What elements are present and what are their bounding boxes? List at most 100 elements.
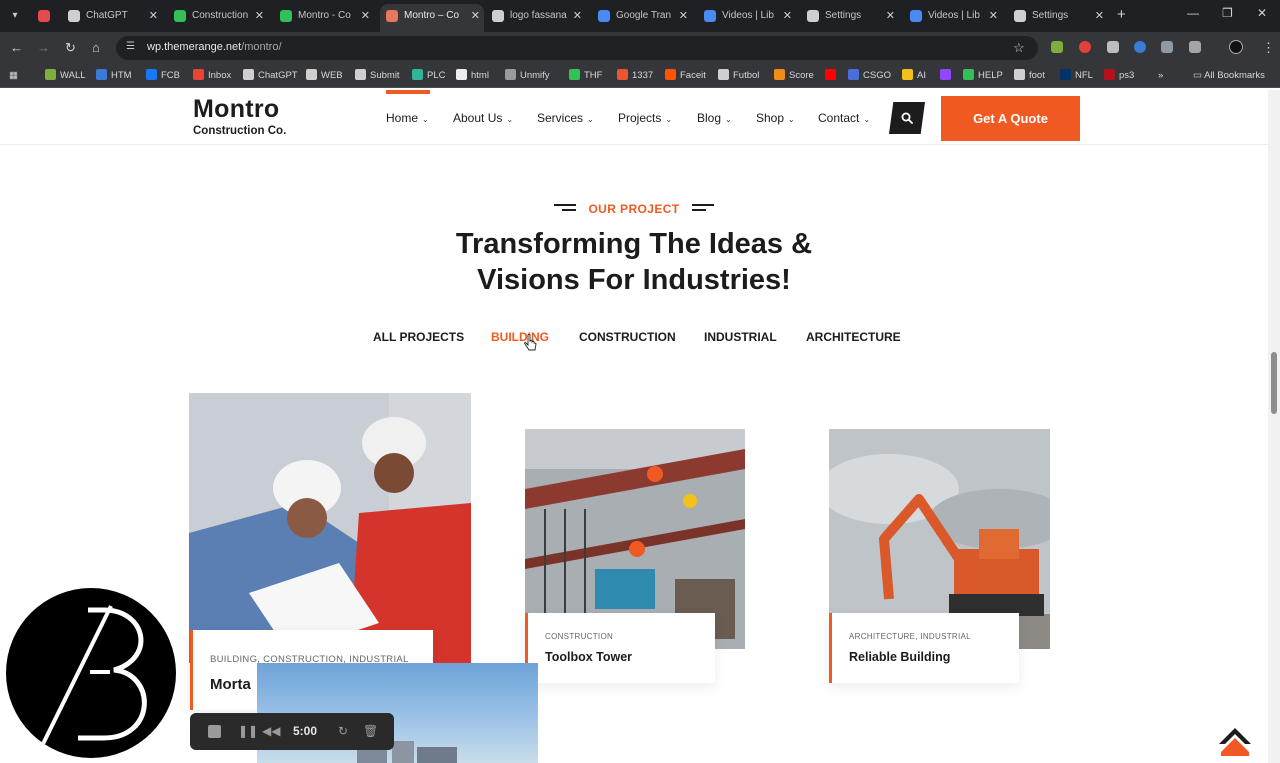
bookmark-item[interactable]: HELP [963, 69, 1003, 82]
bookmark-item[interactable]: WALL [45, 69, 86, 82]
tab-search-icon[interactable]: ▾ [6, 7, 24, 25]
site-info-icon[interactable]: ☰ [126, 41, 138, 53]
search-icon [901, 112, 913, 124]
rewind-icon[interactable]: ◀◀ [262, 724, 280, 738]
project-title[interactable]: Toolbox Tower [545, 650, 632, 664]
browser-menu-icon[interactable]: ⋮ [1262, 40, 1275, 56]
page-scrollbar[interactable] [1268, 90, 1280, 763]
bookmark-item[interactable] [940, 69, 955, 82]
scrollbar-thumb[interactable] [1271, 352, 1277, 414]
browser-tab[interactable]: Construction ✕ [168, 4, 268, 28]
bookmark-star-icon[interactable]: ☆ [1013, 40, 1025, 56]
browser-tab[interactable]: Settings ✕ [1008, 4, 1108, 28]
browser-tab[interactable]: logo fassana ✕ [486, 4, 586, 28]
tab-close-icon[interactable]: ✕ [886, 4, 895, 28]
search-button[interactable] [889, 102, 925, 134]
get-a-quote-button[interactable]: Get A Quote [941, 96, 1080, 141]
bookmark-item[interactable]: Faceit [665, 69, 706, 82]
browser-tab[interactable]: Videos | Lib ✕ [698, 4, 796, 28]
tab-close-icon[interactable]: ✕ [783, 4, 792, 28]
forward-icon[interactable]: → [37, 40, 50, 56]
extension-icon[interactable] [1079, 41, 1091, 53]
extension-icon[interactable] [1051, 41, 1063, 53]
filter-architecture[interactable]: ARCHITECTURE [806, 330, 901, 344]
address-bar[interactable]: ☰ wp.themerange.net/montro/ [116, 36, 1038, 60]
bookmark-item[interactable]: THF [569, 69, 602, 82]
project-title[interactable]: Reliable Building [849, 650, 950, 664]
download-icon[interactable] [1107, 41, 1119, 53]
browser-tab[interactable]: ChatGPT ✕ [62, 4, 162, 28]
back-to-top-icon[interactable] [1219, 728, 1251, 756]
bookmark-label: foot [1029, 70, 1045, 81]
bookmark-item[interactable]: ps3 [1104, 69, 1134, 82]
restart-icon[interactable]: ↻ [338, 724, 348, 738]
nav-services[interactable]: Services ⌄ [537, 111, 594, 125]
more-bookmarks-icon[interactable]: » [1158, 69, 1163, 82]
bookmark-item[interactable]: FCB [146, 69, 180, 82]
bookmark-item[interactable]: ChatGPT [243, 69, 298, 82]
browser-tab[interactable]: Settings ✕ [801, 4, 899, 28]
project-image-workers[interactable] [189, 393, 471, 663]
site-logo[interactable]: Montro [193, 95, 280, 124]
bookmark-label: Unmify [520, 70, 550, 81]
tab-close-icon[interactable]: ✕ [989, 4, 998, 28]
filter-building[interactable]: BUILDING [491, 330, 549, 344]
filter-construction[interactable]: CONSTRUCTION [579, 330, 676, 344]
project-category: CONSTRUCTION [545, 632, 614, 641]
filter-industrial[interactable]: INDUSTRIAL [704, 330, 777, 344]
all-bookmarks-folder[interactable]: ▭ All Bookmarks [1193, 69, 1265, 82]
tab-close-icon[interactable]: ✕ [1095, 4, 1104, 28]
nav-shop[interactable]: Shop ⌄ [756, 111, 795, 125]
bookmark-item[interactable]: HTM [96, 69, 132, 82]
nav-blog[interactable]: Blog ⌄ [697, 111, 732, 125]
bookmark-item[interactable]: WEB [306, 69, 343, 82]
browser-tab[interactable]: Google Tran ✕ [592, 4, 692, 28]
project-title[interactable]: Morta [210, 676, 251, 693]
bookmark-item[interactable]: AI [902, 69, 926, 82]
tab-close-icon[interactable]: ✕ [149, 4, 158, 28]
extensions-puzzle-icon[interactable] [1189, 41, 1201, 53]
stop-recording-button[interactable] [208, 725, 221, 738]
extension-icon[interactable] [1161, 41, 1173, 53]
restore-icon[interactable]: ❐ [1222, 6, 1233, 20]
bookmark-item[interactable]: PLC [412, 69, 445, 82]
bookmark-item[interactable]: Futbol [718, 69, 759, 82]
bookmark-item[interactable]: foot [1014, 69, 1045, 82]
nav-about-us[interactable]: About Us ⌄ [453, 111, 513, 125]
tab-close-icon[interactable]: ✕ [471, 4, 480, 28]
nav-contact[interactable]: Contact ⌄ [818, 111, 870, 125]
tab-title: Google Tran [616, 10, 672, 21]
bookmark-item[interactable]: Unmify [505, 69, 550, 82]
bookmark-item[interactable]: Submit [355, 69, 400, 82]
minimize-icon[interactable]: — [1187, 6, 1199, 20]
filter-all-projects[interactable]: ALL PROJECTS [373, 330, 464, 344]
tab-close-icon[interactable]: ✕ [255, 4, 264, 28]
reload-icon[interactable]: ↻ [65, 40, 76, 56]
bookmark-item[interactable]: html [456, 69, 489, 82]
new-tab-button[interactable]: + [1117, 6, 1126, 23]
home-icon[interactable]: ⌂ [92, 40, 100, 56]
bookmark-item[interactable] [825, 69, 840, 82]
bookmark-item[interactable]: Score [774, 69, 814, 82]
tab-close-icon[interactable]: ✕ [679, 4, 688, 28]
workers-photo-illustration [189, 393, 471, 663]
delete-icon[interactable]: 🗑 [363, 724, 378, 738]
tab-close-icon[interactable]: ✕ [573, 4, 582, 28]
close-window-icon[interactable]: ✕ [1257, 6, 1267, 20]
profile-avatar[interactable] [1229, 40, 1243, 54]
nav-home[interactable]: Home ⌄ [386, 111, 429, 125]
extension-icon[interactable] [1134, 41, 1146, 53]
bookmark-item[interactable]: Inbox [193, 69, 231, 82]
pause-icon[interactable]: ❚❚ [238, 724, 258, 738]
tab-close-icon[interactable]: ✕ [361, 4, 370, 28]
apps-grid-icon[interactable]: ▦ [9, 69, 18, 82]
browser-tab[interactable]: Montro – Co ✕ [380, 4, 484, 32]
back-icon[interactable]: ← [10, 40, 23, 56]
browser-tab[interactable] [32, 4, 60, 28]
bookmark-item[interactable]: CSGO [848, 69, 891, 82]
bookmark-item[interactable]: 1337 [617, 69, 653, 82]
browser-tab[interactable]: Montro - Co ✕ [274, 4, 374, 28]
nav-projects[interactable]: Projects ⌄ [618, 111, 672, 125]
bookmark-item[interactable]: NFL [1060, 69, 1093, 82]
browser-tab[interactable]: Videos | Lib ✕ [904, 4, 1002, 28]
